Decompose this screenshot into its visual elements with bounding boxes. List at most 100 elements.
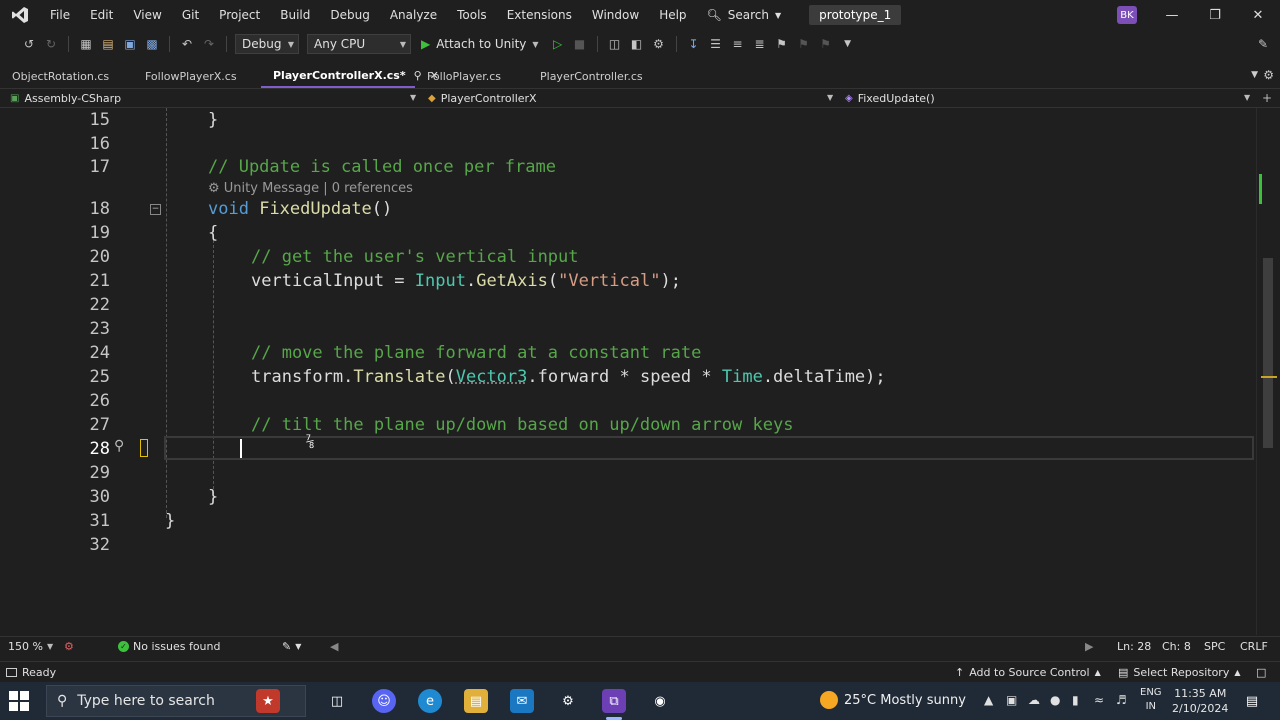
tab-list-dropdown-icon[interactable]: ▼	[1251, 70, 1258, 80]
menu-item-extensions[interactable]: Extensions	[497, 0, 582, 30]
platform-select[interactable]: Any CPU ▼	[307, 34, 411, 54]
gear-icon[interactable]: ⚙	[1263, 68, 1274, 82]
minimize-icon[interactable]: —	[1150, 0, 1194, 30]
file-explorer-icon[interactable]: ▤	[464, 689, 488, 713]
tab-follo-player[interactable]: FolloPlayer.cs	[415, 64, 528, 88]
menu-item-tools[interactable]: Tools	[447, 0, 497, 30]
menu-item-build[interactable]: Build	[270, 0, 320, 30]
discord-icon[interactable]: ☺	[372, 689, 396, 713]
search-button[interactable]: 🔍︎ Search ▼	[697, 8, 792, 22]
undo-icon[interactable]: ↶	[178, 35, 196, 53]
tab-player-controller[interactable]: PlayerController.cs	[528, 64, 668, 88]
unity-editor-icon[interactable]: ◉	[648, 689, 672, 713]
restore-icon[interactable]: ❐	[1193, 0, 1237, 30]
menu-item-analyze[interactable]: Analyze	[380, 0, 447, 30]
menu-item-window[interactable]: Window	[582, 0, 649, 30]
volume-icon[interactable]: ♬	[1116, 693, 1127, 707]
chevron-up-icon[interactable]: ▲	[984, 693, 993, 707]
forward-icon[interactable]: ↻	[42, 35, 60, 53]
issues-indicator[interactable]: ✓ No issues found	[118, 640, 220, 653]
search-placeholder: Type here to search	[77, 693, 215, 709]
mail-icon[interactable]: ✉	[510, 689, 534, 713]
chevron-down-icon[interactable]: ▼	[410, 93, 416, 102]
next-bookmark-icon[interactable]: ⚑	[817, 35, 835, 53]
line-position[interactable]: Ln: 28	[1117, 640, 1151, 653]
unity-hub-icon[interactable]: ⚙	[556, 689, 580, 713]
live-share-icon[interactable]: ✎	[1254, 35, 1272, 53]
menu-item-view[interactable]: View	[123, 0, 171, 30]
microphone-icon[interactable]: ●	[1050, 693, 1060, 707]
menu-item-edit[interactable]: Edit	[80, 0, 123, 30]
visual-studio-logo-icon[interactable]	[0, 0, 40, 30]
wifi-icon[interactable]: ≈	[1094, 693, 1104, 707]
save-all-icon[interactable]: ▩	[143, 35, 161, 53]
open-folder-icon[interactable]: ▤	[99, 35, 117, 53]
new-item-icon[interactable]: ▦	[77, 35, 95, 53]
collapse-icon[interactable]: −	[150, 204, 161, 215]
split-icon[interactable]: +	[1262, 91, 1272, 105]
divider	[596, 36, 598, 52]
start-without-debugging-icon[interactable]: ▷	[549, 35, 567, 53]
notifications-icon[interactable]: □	[1256, 666, 1266, 679]
whitespace-mode[interactable]: SPC	[1204, 640, 1225, 653]
close-icon[interactable]: ✕	[1236, 0, 1280, 30]
scrollbar-thumb[interactable]	[1263, 258, 1273, 448]
lightbulb-icon[interactable]: ⚲	[114, 438, 124, 454]
toolbar-overflow-icon[interactable]: ▼	[839, 35, 857, 53]
bookmark-icon[interactable]: ⚑	[773, 35, 791, 53]
project-dropdown[interactable]: ▣ Assembly-CSharp	[10, 89, 121, 108]
member-dropdown[interactable]: ◈ FixedUpdate()	[845, 89, 935, 108]
menu-item-git[interactable]: Git	[172, 0, 209, 30]
copilot-icon[interactable]: ⚙	[64, 640, 74, 653]
language-indicator[interactable]: ENG IN	[1140, 686, 1162, 714]
step-into-icon[interactable]: ↧	[685, 35, 703, 53]
layout-icon[interactable]: ◧	[628, 35, 646, 53]
scroll-left-icon[interactable]: ◀	[330, 640, 338, 653]
edge-icon[interactable]: e	[418, 689, 442, 713]
tab-object-rotation[interactable]: ObjectRotation.cs	[0, 64, 133, 88]
add-to-source-control-button[interactable]: ↑ Add to Source Control ▲	[955, 666, 1101, 679]
line-ending-mode[interactable]: CRLF	[1240, 640, 1268, 653]
vertical-scrollbar[interactable]	[1256, 108, 1280, 635]
task-view-icon[interactable]: ◫	[325, 689, 349, 713]
cloud-icon[interactable]: ☁	[1028, 693, 1040, 707]
configuration-select[interactable]: Debug ▼	[235, 34, 299, 54]
back-icon[interactable]: ↺	[20, 35, 38, 53]
cleanup-icon[interactable]: ✎ ▼	[282, 640, 301, 653]
scroll-right-icon[interactable]: ▶	[1085, 640, 1093, 653]
select-repository-button[interactable]: ▤ Select Repository ▲	[1118, 666, 1241, 679]
format-icon[interactable]: ⚙	[650, 35, 668, 53]
save-icon[interactable]: ▣	[121, 35, 139, 53]
redo-icon[interactable]: ↷	[200, 35, 218, 53]
indent-icon[interactable]: ≡	[729, 35, 747, 53]
prev-bookmark-icon[interactable]: ⚑	[795, 35, 813, 53]
avatar[interactable]: BK	[1117, 6, 1137, 24]
hot-reload-icon[interactable]: ■	[571, 35, 589, 53]
menu-item-file[interactable]: File	[40, 0, 80, 30]
class-dropdown[interactable]: ◆ PlayerControllerX	[428, 89, 537, 108]
visual-studio-icon[interactable]: ⧉	[602, 689, 626, 713]
device-icon[interactable]: ▣	[1006, 693, 1017, 707]
windows-start-icon[interactable]	[8, 690, 30, 712]
menu-item-project[interactable]: Project	[209, 0, 270, 30]
menu-item-help[interactable]: Help	[649, 0, 696, 30]
system-clock[interactable]: 11:35 AM 2/10/2024	[1172, 686, 1228, 716]
battery-icon[interactable]: ▮	[1072, 693, 1079, 707]
search-highlight-icon[interactable]: ★	[256, 689, 280, 713]
comment-icon[interactable]: ☰	[707, 35, 725, 53]
outdent-icon[interactable]: ≣	[751, 35, 769, 53]
char-position[interactable]: Ch: 8	[1162, 640, 1191, 653]
notification-center-icon[interactable]: ▤	[1240, 689, 1264, 713]
chevron-down-icon[interactable]: ▼	[1244, 93, 1250, 102]
tab-player-controller-x[interactable]: PlayerControllerX.cs* ⚲ ✕	[261, 64, 439, 88]
chevron-down-icon[interactable]: ▼	[827, 93, 833, 102]
search-label: Search	[727, 8, 770, 22]
tab-follow-player-x[interactable]: FollowPlayerX.cs	[133, 64, 261, 88]
solution-explorer-icon[interactable]: ◫	[606, 35, 624, 53]
codelens[interactable]: ⚙ Unity Message | 0 references	[208, 180, 413, 198]
zoom-select[interactable]: 150 % ▼	[8, 640, 53, 653]
menu-item-debug[interactable]: Debug	[320, 0, 379, 30]
code-editor[interactable]: 15} 16 17 // Update is called once per fr…	[0, 108, 1256, 635]
attach-to-unity-button[interactable]: ▶ Attach to Unity ▼	[415, 37, 545, 51]
weather-widget[interactable]: 25°C Mostly sunny	[820, 691, 966, 709]
